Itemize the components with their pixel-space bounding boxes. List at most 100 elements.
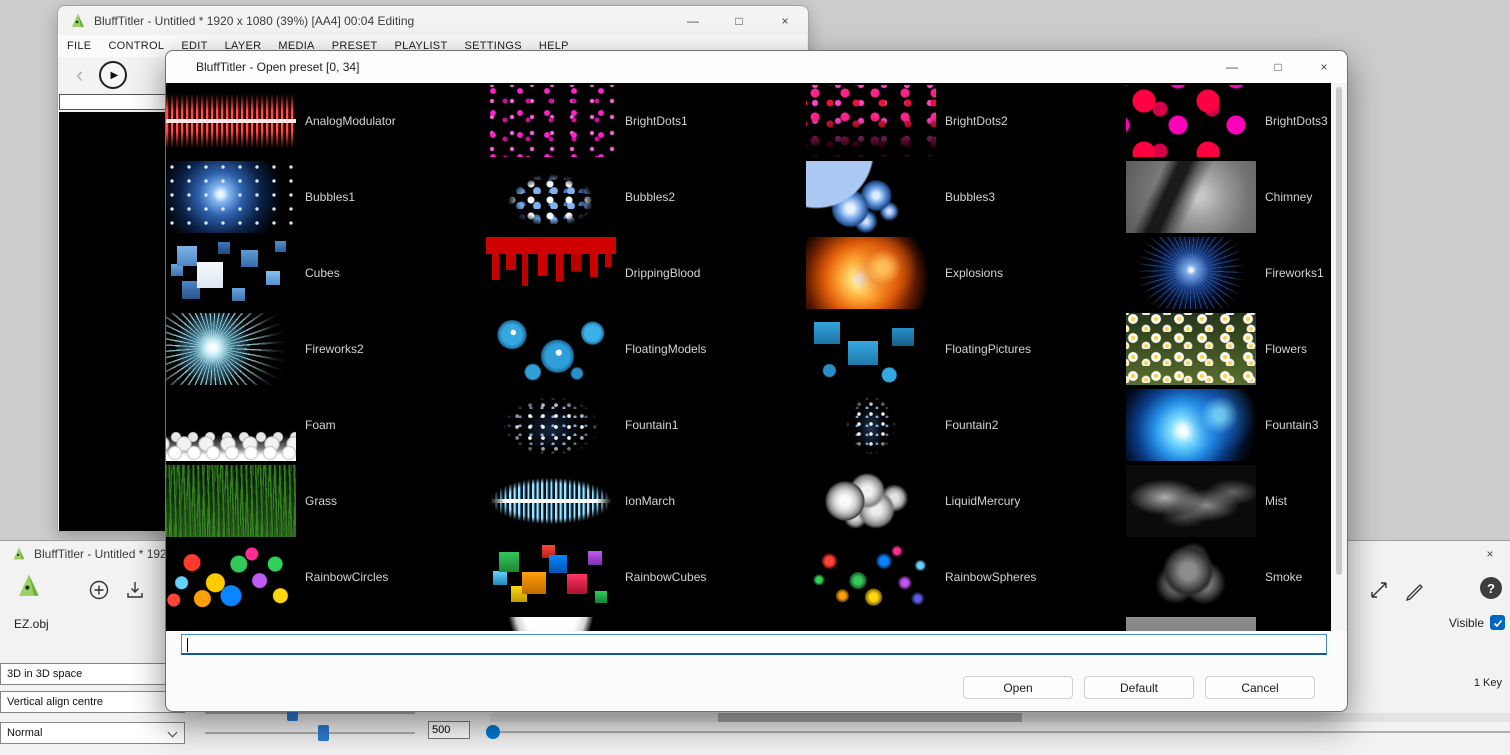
preset-item[interactable]: Foam [166,387,486,463]
preset-thumbnail [166,541,296,613]
style-select[interactable]: Normal [0,722,185,744]
preset-item[interactable]: Grass [166,463,486,539]
preset-grid-container: AnalogModulator BrightDots1 BrightDots2 … [166,83,1331,631]
preset-item[interactable]: IonMarch [486,463,806,539]
preset-label: Grass [305,494,337,508]
timeline-scrollbar[interactable] [490,713,1510,722]
preset-label: Mist [1265,494,1287,508]
close-button[interactable]: × [762,6,808,36]
position-mode-select[interactable]: 3D in 3D space [0,663,185,685]
preset-item[interactable] [806,615,1126,631]
preset-item[interactable]: DrippingBlood [486,235,806,311]
dialog-title: BluffTitler - Open preset [0, 34] [196,60,359,74]
bottom-window-title: BluffTitler - Untitled * 1920 [34,547,173,561]
preset-thumbnail [806,85,936,157]
preset-label: Bubbles1 [305,190,355,204]
play-button[interactable]: ▶ [99,61,127,89]
preset-item[interactable]: RainbowCircles [166,539,486,615]
preset-item[interactable]: Explosions [806,235,1126,311]
menu-item[interactable]: FILE [67,40,91,52]
preset-label: RainbowSpheres [945,570,1036,584]
preset-label: Fireworks2 [305,342,364,356]
preset-item[interactable]: Flowers [1126,311,1331,387]
preset-item[interactable]: Bubbles2 [486,159,806,235]
import-button[interactable] [124,579,146,601]
preset-item[interactable]: Chimney [1126,159,1331,235]
time-slider-track[interactable] [496,731,1510,733]
slider-track-upper[interactable] [205,712,415,714]
preset-thumbnail [806,161,936,233]
text-caret [187,638,188,652]
visible-group: Visible [1449,615,1505,630]
preset-label: FloatingModels [625,342,706,356]
preset-item[interactable]: AnalogModulator [166,83,486,159]
cancel-button[interactable]: Cancel [1205,676,1315,699]
preset-item[interactable]: BrightDots2 [806,83,1126,159]
preset-item[interactable]: Bubbles1 [166,159,486,235]
preset-item[interactable]: RainbowSpheres [806,539,1126,615]
time-slider-handle[interactable] [486,725,500,739]
preset-thumbnail [1126,389,1256,461]
close-button[interactable]: × [1301,51,1347,83]
resize-diagonal-icon[interactable] [1368,579,1390,601]
dialog-bottombar: Open Default Cancel [166,631,1347,711]
preset-item[interactable]: Fireworks1 [1126,235,1331,311]
preset-label: BrightDots3 [1265,114,1328,128]
blufftitler-logo-icon [70,13,86,29]
preset-label: Fountain3 [1265,418,1318,432]
preset-filter-input[interactable] [181,634,1327,655]
pencil-icon[interactable] [1404,579,1426,601]
open-button[interactable]: Open [963,676,1073,699]
align-mode-select[interactable]: Vertical align centre [0,691,185,713]
dialog-scrollbar-thumb[interactable] [1336,87,1342,575]
add-layer-button[interactable] [88,579,110,601]
preset-item[interactable]: Bubbles3 [806,159,1126,235]
minimize-button[interactable]: — [670,6,716,36]
dialog-scrollbar[interactable] [1331,83,1347,631]
preset-item[interactable]: Cubes [166,235,486,311]
preset-label: BrightDots1 [625,114,688,128]
preset-thumbnail [486,617,616,631]
minimize-button[interactable]: — [1209,51,1255,83]
maximize-button[interactable]: □ [716,6,762,36]
preset-item[interactable]: Fountain2 [806,387,1126,463]
maximize-button[interactable]: □ [1255,51,1301,83]
preset-item[interactable]: Fountain3 [1126,387,1331,463]
help-button[interactable]: ? [1480,577,1502,599]
preset-item[interactable]: Mist [1126,463,1331,539]
menu-item[interactable]: CONTROL [108,40,164,52]
preset-thumbnail [1126,617,1256,631]
visible-checkbox[interactable] [1490,615,1505,630]
preset-item[interactable]: Fireworks2 [166,311,486,387]
value-input[interactable] [428,721,470,739]
preset-item[interactable]: FloatingModels [486,311,806,387]
preset-thumbnail [486,237,616,309]
preset-item[interactable]: RainbowCubes [486,539,806,615]
preset-item[interactable] [166,615,486,631]
window-controls: × [1470,541,1510,567]
preset-label: Smoke [1265,570,1302,584]
preset-item[interactable]: FloatingPictures [806,311,1126,387]
preset-thumbnail [1126,465,1256,537]
dialog-titlebar[interactable]: BluffTitler - Open preset [0, 34] — □ × [166,51,1347,83]
preset-item[interactable]: BrightDots1 [486,83,806,159]
preset-item[interactable]: BrightDots3 [1126,83,1331,159]
slider-handle-lower[interactable] [318,725,329,741]
slider-track-lower[interactable] [205,732,415,734]
preset-label: Fountain1 [625,418,678,432]
preset-item[interactable] [486,615,806,631]
preset-thumbnail [806,541,936,613]
layer-name-label: EZ.obj [14,617,49,631]
close-button[interactable]: × [1470,541,1510,567]
default-button[interactable]: Default [1084,676,1194,699]
preset-item[interactable]: LiquidMercury [806,463,1126,539]
preset-label: Cubes [305,266,340,280]
main-titlebar[interactable]: BluffTitler - Untitled * 1920 x 1080 (39… [58,6,808,36]
preset-item[interactable]: Smoke [1126,539,1331,615]
preset-label: RainbowCircles [305,570,388,584]
preset-thumbnail [806,389,936,461]
timeline-scrollbar-thumb[interactable] [718,713,1022,722]
preset-label: RainbowCubes [625,570,706,584]
preset-item[interactable] [1126,615,1331,631]
preset-item[interactable]: Fountain1 [486,387,806,463]
